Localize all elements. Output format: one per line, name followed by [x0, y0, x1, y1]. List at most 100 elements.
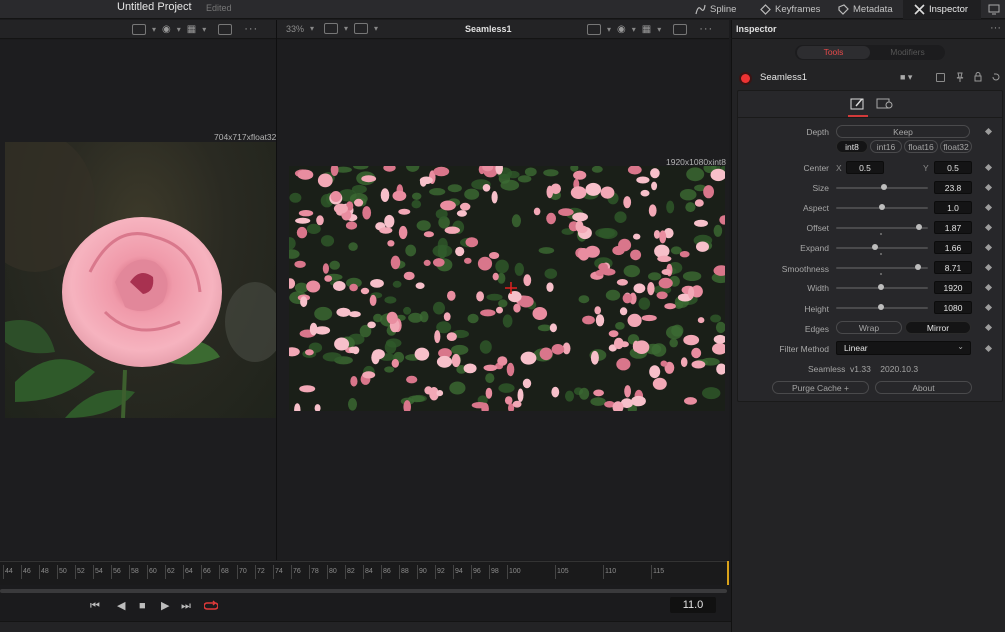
chevron-down-icon[interactable]: ▾ [632, 25, 636, 34]
height-field[interactable]: 1080 [934, 301, 972, 314]
ruler-tick [489, 565, 490, 579]
ruler-tick-label: 54 [95, 568, 103, 575]
nav-metadata[interactable]: Metadata [838, 0, 893, 19]
reset-icon[interactable] [991, 72, 1001, 82]
width-label: Width [807, 283, 829, 293]
chevron-down-icon[interactable]: ▾ [177, 25, 181, 34]
center-label: Center [803, 163, 829, 173]
smoothness-slider-knob[interactable] [915, 264, 921, 270]
viewer-fit-icon[interactable] [587, 23, 601, 35]
width-slider-knob[interactable] [878, 284, 884, 290]
smoothness-field[interactable]: 8.71 [934, 261, 972, 274]
controls-icon[interactable] [850, 97, 866, 110]
center-y-field[interactable]: 0.5 [934, 161, 972, 174]
viewer-title: Seamless1 [465, 24, 512, 34]
ruler-tick [183, 565, 184, 579]
offset-slider-knob[interactable] [916, 224, 922, 230]
tab-modifiers[interactable]: Modifiers [872, 46, 943, 59]
ruler-tick [399, 565, 400, 579]
go-to-end-button[interactable]: ⏭ [181, 599, 191, 613]
ruler-tick-label: 90 [419, 568, 427, 575]
color-icon[interactable]: ◉ [617, 24, 626, 35]
settings-icon[interactable] [876, 97, 893, 110]
depth-int16-button[interactable]: int16 [870, 140, 902, 153]
more-icon[interactable]: ··· [990, 22, 1001, 34]
ruler-tick-label: 74 [275, 568, 283, 575]
depth-float32-button[interactable]: float32 [940, 140, 972, 153]
ruler-tick [603, 565, 604, 579]
ruler-tick-label: 88 [401, 568, 409, 575]
nav-keyframes[interactable]: Keyframes [760, 0, 820, 19]
grid-icon[interactable]: ▦ [187, 24, 196, 35]
transport-bar [0, 594, 729, 620]
edges-mirror-button[interactable]: Mirror [905, 321, 971, 334]
viewer-fit-icon[interactable] [324, 23, 339, 34]
versions-icon[interactable] [936, 73, 945, 82]
pin-icon[interactable] [955, 72, 965, 82]
center-x-field[interactable]: 0.5 [846, 161, 884, 174]
tab-tools[interactable]: Tools [797, 46, 870, 59]
ruler-tick-label: 68 [221, 568, 229, 575]
version-select[interactable]: ■ ▾ [900, 72, 912, 83]
stop-button[interactable]: ■ [139, 599, 146, 613]
ruler-tick [111, 565, 112, 579]
viewer-fit-icon[interactable] [132, 23, 146, 35]
roi-icon[interactable] [673, 23, 688, 35]
zoom-select[interactable]: 33% [286, 24, 304, 34]
playhead[interactable] [727, 561, 729, 585]
ruler-tick [345, 565, 346, 579]
size-slider-knob[interactable] [881, 184, 887, 190]
lock-icon[interactable] [973, 72, 983, 82]
chevron-down-icon[interactable]: ▾ [607, 25, 611, 34]
size-field[interactable]: 23.8 [934, 181, 972, 194]
step-back-button[interactable]: ◀ [117, 599, 125, 613]
purge-cache-button[interactable]: Purge Cache + [772, 381, 869, 394]
chevron-down-icon[interactable]: ▾ [374, 24, 378, 33]
height-slider-knob[interactable] [878, 304, 884, 310]
aspect-slider-knob[interactable] [879, 204, 885, 210]
loop-icon[interactable] [204, 599, 218, 612]
ruler-tick-label: 48 [41, 568, 49, 575]
offset-field[interactable]: 1.87 [934, 221, 972, 234]
inspector-title: Inspector [736, 24, 777, 34]
edges-wrap-button[interactable]: Wrap [836, 321, 902, 334]
color-icon[interactable]: ◉ [162, 24, 171, 35]
nav-inspector[interactable]: Inspector [914, 0, 968, 19]
go-to-start-button[interactable]: ⏮ [90, 599, 100, 613]
offset-slider[interactable] [836, 227, 928, 229]
smoothness-label: Smoothness [781, 264, 829, 274]
scrub-bar[interactable] [0, 589, 727, 593]
expand-slider-knob[interactable] [872, 244, 878, 250]
grid-icon[interactable]: ▦ [642, 24, 651, 35]
chevron-down-icon[interactable]: ▾ [344, 24, 348, 33]
chevron-down-icon[interactable]: ▾ [202, 25, 206, 34]
more-icon[interactable]: ··· [699, 23, 713, 35]
keyframes-icon [760, 4, 771, 15]
expand-slider[interactable] [836, 247, 928, 249]
depth-float16-button[interactable]: float16 [904, 140, 938, 153]
chevron-down-icon[interactable]: ▾ [310, 24, 314, 33]
depth-int8-button[interactable]: int8 [836, 140, 868, 153]
expand-field[interactable]: 1.66 [934, 241, 972, 254]
ruler-tick-label: 60 [149, 568, 157, 575]
chevron-down-icon[interactable]: ▾ [152, 25, 156, 34]
current-frame-field[interactable]: 11.0 [670, 597, 716, 613]
nav-keyframes-label: Keyframes [775, 4, 821, 15]
compare-icon[interactable] [354, 23, 369, 34]
depth-keep-button[interactable]: Keep [836, 125, 970, 138]
nav-spline[interactable]: Spline [695, 0, 736, 19]
chevron-down-icon[interactable]: ▾ [657, 25, 661, 34]
node-color-dot[interactable] [741, 74, 750, 83]
aspect-field[interactable]: 1.0 [934, 201, 972, 214]
inspector-icon [914, 4, 925, 15]
about-button[interactable]: About [875, 381, 972, 394]
ruler-tick [273, 565, 274, 579]
more-icon[interactable]: ··· [244, 23, 258, 35]
filter-method-select[interactable]: Linear ⌄ [836, 341, 971, 355]
left-resolution-label: 704x717xfloat32 [214, 132, 277, 142]
roi-icon[interactable] [218, 23, 233, 35]
fullscreen-icon[interactable] [988, 3, 1000, 15]
play-button[interactable]: ▶ [161, 599, 169, 613]
width-field[interactable]: 1920 [934, 281, 972, 294]
node-name: Seamless1 [760, 72, 807, 83]
